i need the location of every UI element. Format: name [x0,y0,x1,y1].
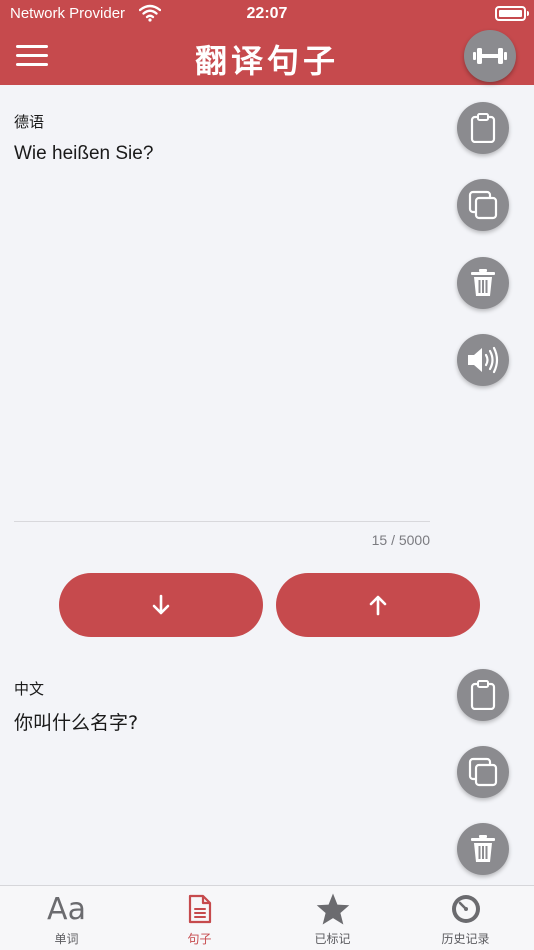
page-title: 翻译句子 [194,42,339,80]
source-language-label: 德语 [14,113,45,131]
delete-button[interactable] [457,257,509,309]
status-bar: Network Provider 22:07 [0,0,534,28]
star-icon [316,893,349,925]
letters-aa-icon: Aa [47,891,86,927]
arrow-up-icon [369,595,387,616]
delete-button-target[interactable] [457,823,509,875]
copy-icon [468,190,498,220]
trash-icon [471,835,495,862]
translation-text: 你叫什么名字? [14,712,139,734]
tab-sentences[interactable]: 句子 [133,886,266,950]
copy-button-target[interactable] [457,746,509,798]
tab-label: 历史记录 [441,932,490,946]
tab-words[interactable]: Aa 单词 [0,886,133,950]
speaker-icon [468,346,499,374]
tab-history[interactable]: 历史记录 [399,886,532,950]
tab-marked[interactable]: 已标记 [266,886,399,950]
clipboard-icon [470,680,496,710]
paste-button[interactable] [457,102,509,154]
tab-label: 单词 [54,932,79,946]
clock-history-icon [451,895,480,923]
clipboard-icon [470,113,496,143]
target-language-label: 中文 [14,680,45,698]
translate-down-button[interactable] [59,573,263,637]
dumbbell-icon [473,48,507,64]
copy-button[interactable] [457,179,509,231]
copy-icon [468,757,498,787]
tab-label: 已标记 [314,932,351,946]
tab-bar: Aa 单词 句子 已标记 历史记录 [0,885,534,950]
trash-icon [471,269,495,296]
paste-button-target[interactable] [457,669,509,721]
tab-label: 句子 [187,932,212,946]
translate-up-button[interactable] [276,573,480,637]
divider [14,521,430,522]
clock: 22:07 [246,5,288,22]
speak-button[interactable] [457,334,509,386]
document-icon [188,894,211,924]
arrow-down-icon [152,594,170,615]
character-counter: 15 / 5000 [371,532,430,548]
practice-button[interactable] [464,30,516,82]
source-text-input[interactable]: Wie heißen Sie? [14,143,153,165]
battery-icon [495,6,529,21]
